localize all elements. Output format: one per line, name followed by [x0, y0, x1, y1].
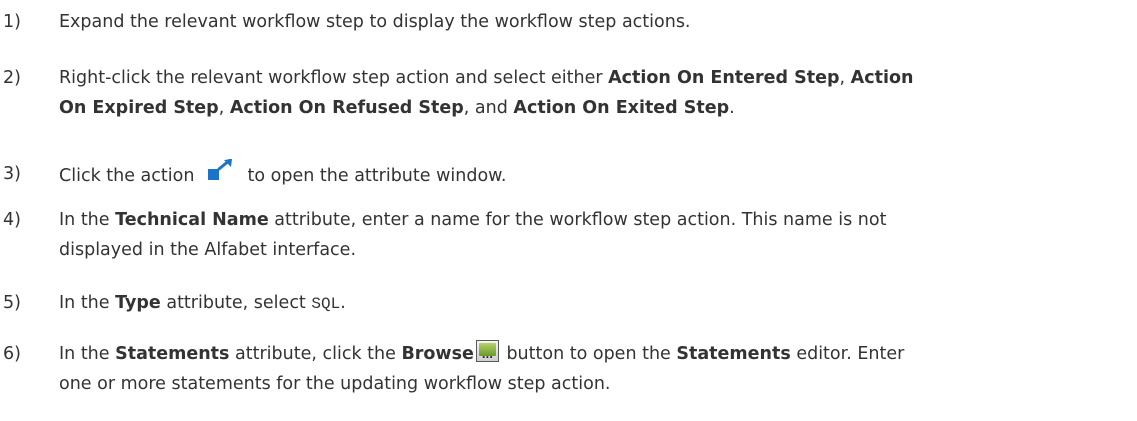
step-text: In the Type attribute, select SQL. — [59, 288, 1137, 319]
step-line: In the Statements attribute, click the B… — [59, 339, 1137, 369]
step-line: In the Technical Name attribute, enter a… — [59, 205, 1137, 235]
plain-text: , and — [463, 98, 514, 118]
step-number: 1) — [3, 12, 21, 32]
step-line: On Expired Step, Action On Refused Step,… — [59, 93, 1137, 123]
step-number: 3) — [3, 164, 21, 184]
plain-text: . — [340, 293, 346, 313]
ui-term-statements: Statements — [115, 344, 230, 364]
plain-text: , — [839, 68, 851, 88]
step-number: 5) — [3, 293, 21, 313]
ui-term-browse: Browse — [401, 344, 474, 364]
step-text: Right-click the relevant workflow step a… — [59, 63, 1137, 123]
plain-text: attribute, click the — [229, 344, 402, 364]
plain-text: attribute, enter a name for the workflow… — [268, 210, 887, 230]
plain-text: In the — [59, 210, 116, 230]
plain-text: Right-click the relevant workflow step a… — [59, 68, 609, 88]
ui-term-action-expired: Action — [850, 68, 914, 88]
plain-text: to open the attribute window. — [241, 166, 507, 186]
plain-text: , — [218, 98, 230, 118]
plain-text: button to open the — [500, 344, 677, 364]
step-number: 6) — [3, 344, 21, 364]
plain-text: Click the action — [59, 166, 200, 186]
ui-term-type: Type — [115, 293, 161, 313]
expand-arrow-icon — [204, 158, 238, 185]
step-text: In the Statements attribute, click the B… — [59, 339, 1137, 399]
browse-dots: ... — [481, 350, 494, 361]
ui-term-action-exited: Action On Exited Step — [513, 98, 730, 118]
plain-text: editor. Enter — [790, 344, 905, 364]
step-line: Right-click the relevant workflow step a… — [59, 63, 1137, 93]
plain-text: . — [729, 98, 735, 118]
plain-text: In the — [59, 293, 116, 313]
ui-term-technical-name: Technical Name — [115, 210, 269, 230]
step-line: In the Type attribute, select SQL. — [59, 288, 1137, 319]
step-line: Expand the relevant workflow step to dis… — [59, 12, 691, 32]
code-value: SQL — [311, 295, 341, 313]
plain-text: In the — [59, 344, 116, 364]
step-number: 2) — [3, 68, 21, 88]
step-line: Click the action to open the attribute w… — [59, 158, 1137, 191]
step-text: Click the action to open the attribute w… — [59, 158, 1137, 191]
ui-term-action-entered: Action On Entered Step — [608, 68, 840, 88]
step-line: displayed in the Alfabet interface. — [59, 240, 357, 260]
step-text: In the Technical Name attribute, enter a… — [59, 205, 1137, 265]
step-line: one or more statements for the updating … — [59, 374, 611, 394]
plain-text: attribute, select — [160, 293, 312, 313]
ui-term-action-refused: Action On Refused Step — [229, 98, 464, 118]
ui-term-action-expired: On Expired Step — [59, 98, 219, 118]
ui-term-statements: Statements — [676, 344, 791, 364]
step-number: 4) — [3, 210, 21, 230]
step-text: Expand the relevant workflow step to dis… — [59, 7, 1137, 37]
browse-icon: ... — [475, 340, 499, 362]
